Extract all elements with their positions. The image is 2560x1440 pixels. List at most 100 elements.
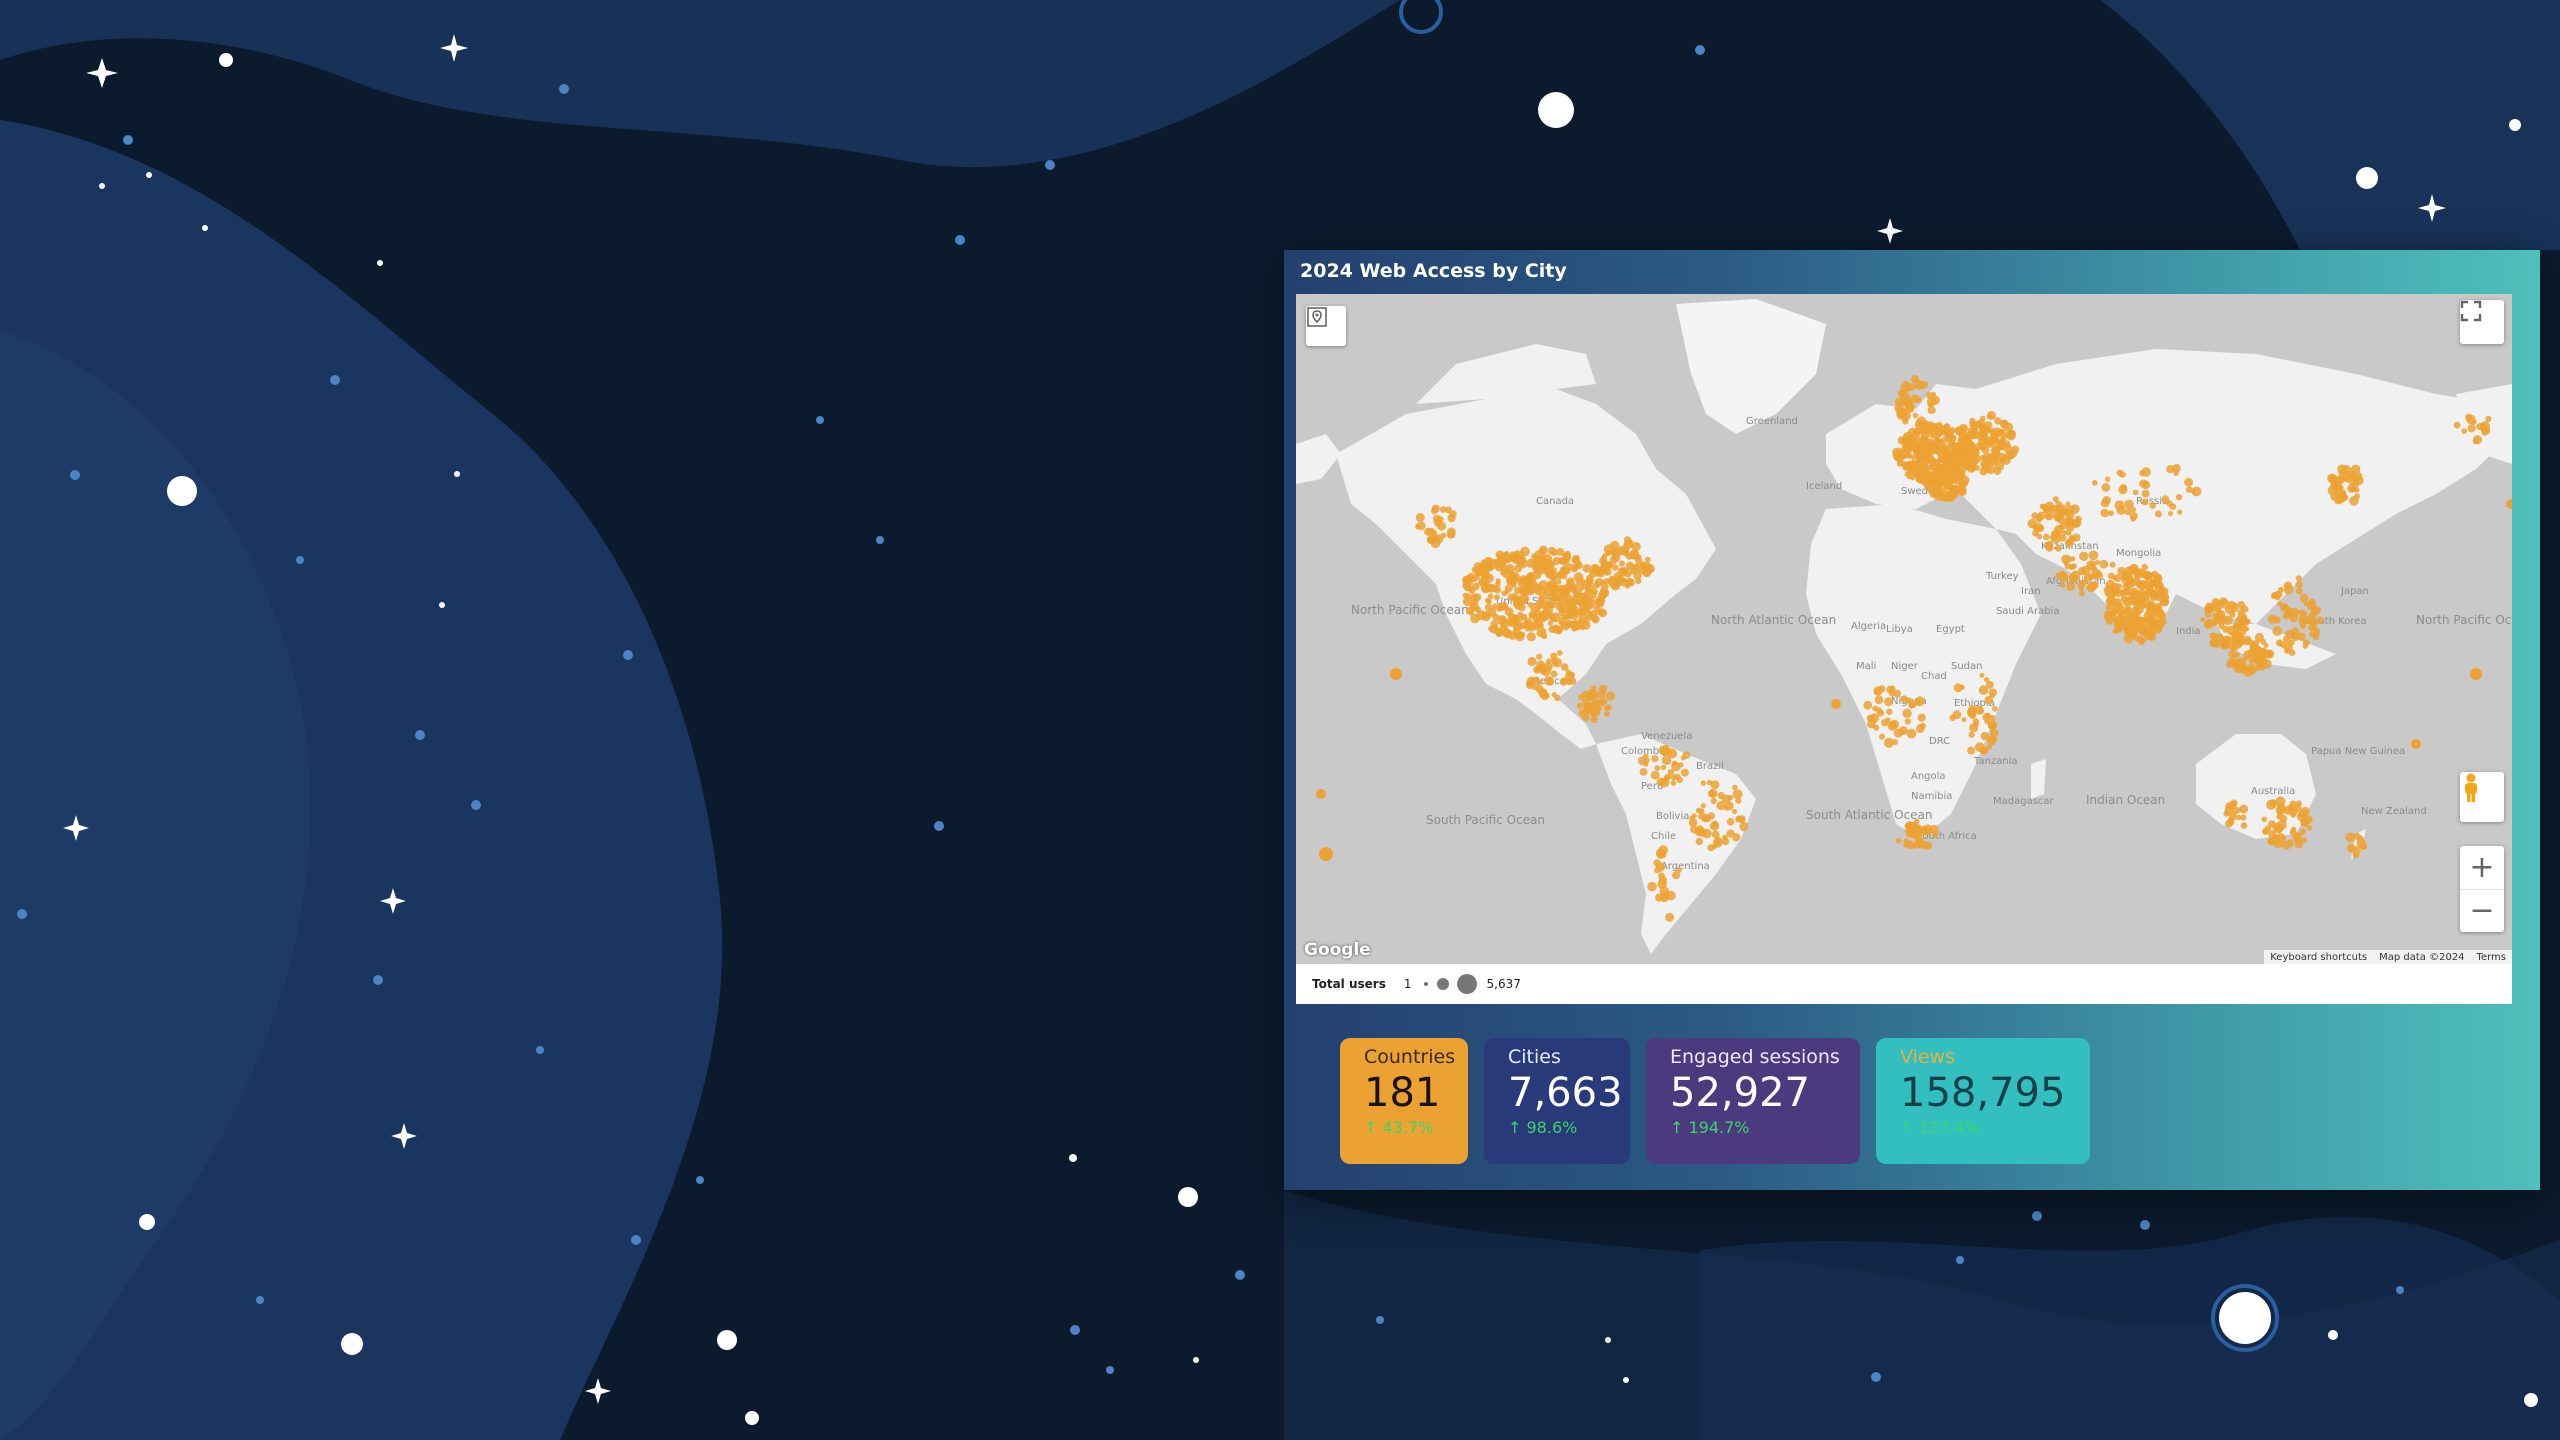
city-marker[interactable] — [2220, 639, 2230, 650]
city-marker[interactable] — [2229, 612, 2236, 618]
city-marker[interactable] — [1594, 602, 1601, 609]
city-marker[interactable] — [2161, 495, 2170, 504]
city-marker[interactable] — [1546, 678, 1554, 686]
city-marker[interactable] — [1519, 550, 1524, 556]
city-marker[interactable] — [1953, 477, 1962, 485]
city-marker[interactable] — [1578, 610, 1584, 616]
city-marker[interactable] — [1895, 837, 1902, 844]
city-marker[interactable] — [2263, 643, 2269, 648]
city-marker[interactable] — [2242, 655, 2248, 662]
city-marker[interactable] — [2106, 596, 2116, 606]
city-marker[interactable] — [1644, 556, 1651, 563]
city-marker[interactable] — [1656, 777, 1666, 787]
city-marker[interactable] — [1919, 722, 1926, 730]
city-marker[interactable] — [1504, 584, 1513, 593]
city-marker[interactable] — [1602, 562, 1609, 569]
city-marker[interactable] — [2141, 498, 2149, 506]
city-marker[interactable] — [2308, 598, 2316, 606]
city-marker[interactable] — [1490, 620, 1499, 628]
city-marker[interactable] — [1989, 693, 1995, 699]
city-marker[interactable] — [2102, 496, 2111, 505]
city-marker[interactable] — [1912, 412, 1919, 419]
city-marker[interactable] — [1929, 462, 1938, 471]
city-marker[interactable] — [1962, 480, 1969, 487]
city-marker[interactable] — [1944, 472, 1953, 481]
city-marker[interactable] — [1698, 808, 1705, 815]
city-marker[interactable] — [1582, 708, 1589, 715]
city-marker[interactable] — [1947, 460, 1954, 467]
city-marker[interactable] — [2235, 814, 2242, 821]
city-marker[interactable] — [1551, 616, 1557, 622]
city-marker[interactable] — [2295, 587, 2303, 595]
city-marker[interactable] — [2094, 571, 2104, 580]
location-button[interactable] — [1306, 306, 1346, 346]
city-marker[interactable] — [2337, 464, 2347, 474]
city-marker[interactable] — [2262, 827, 2269, 835]
city-marker[interactable] — [1981, 424, 1990, 434]
city-marker[interactable] — [1886, 708, 1893, 715]
city-marker[interactable] — [1987, 410, 1996, 420]
city-marker[interactable] — [1680, 768, 1689, 777]
city-marker[interactable] — [2243, 667, 2254, 677]
city-marker[interactable] — [1884, 697, 1894, 707]
city-marker[interactable] — [2234, 651, 2241, 658]
city-marker[interactable] — [1884, 737, 1894, 748]
city-marker[interactable] — [1650, 770, 1660, 780]
city-marker[interactable] — [1582, 698, 1590, 706]
city-marker[interactable] — [1881, 719, 1889, 727]
city-marker[interactable] — [1904, 463, 1911, 470]
city-marker[interactable] — [1390, 668, 1402, 680]
city-marker[interactable] — [1556, 650, 1563, 656]
city-marker[interactable] — [1434, 534, 1444, 544]
city-marker[interactable] — [2127, 595, 2138, 606]
city-marker[interactable] — [2228, 650, 2236, 657]
city-marker[interactable] — [2129, 512, 2138, 521]
city-marker[interactable] — [1910, 375, 1919, 384]
city-marker[interactable] — [1925, 452, 1934, 460]
city-marker[interactable] — [1875, 707, 1883, 714]
city-marker[interactable] — [2257, 647, 2268, 658]
city-marker[interactable] — [1581, 690, 1590, 699]
city-marker[interactable] — [1539, 688, 1548, 697]
city-marker[interactable] — [2141, 563, 2148, 571]
city-marker[interactable] — [1437, 516, 1444, 523]
city-marker[interactable] — [1711, 830, 1720, 839]
city-marker[interactable] — [1962, 452, 1972, 461]
city-marker[interactable] — [2071, 563, 2077, 569]
city-marker[interactable] — [1415, 512, 1425, 522]
city-marker[interactable] — [1637, 756, 1647, 766]
city-marker[interactable] — [2277, 810, 2283, 817]
city-marker[interactable] — [1545, 658, 1552, 665]
city-marker[interactable] — [2472, 438, 2479, 445]
city-marker[interactable] — [2254, 632, 2264, 642]
city-marker[interactable] — [1556, 579, 1562, 585]
city-marker[interactable] — [1658, 745, 1669, 756]
city-marker[interactable] — [2272, 626, 2283, 636]
city-marker[interactable] — [1597, 699, 1605, 707]
city-marker[interactable] — [1930, 391, 1937, 397]
city-marker[interactable] — [2307, 825, 2313, 831]
city-marker[interactable] — [2177, 509, 2183, 515]
city-marker[interactable] — [1605, 704, 1612, 711]
city-marker[interactable] — [2149, 502, 2156, 509]
city-marker[interactable] — [1711, 820, 1719, 828]
city-marker[interactable] — [1538, 595, 1545, 602]
city-marker[interactable] — [1539, 610, 1546, 617]
city-marker[interactable] — [1604, 710, 1610, 717]
city-marker[interactable] — [1732, 784, 1738, 791]
city-marker[interactable] — [1562, 551, 1571, 561]
city-marker[interactable] — [1906, 382, 1915, 392]
city-marker[interactable] — [1487, 593, 1494, 600]
city-marker[interactable] — [1426, 527, 1436, 537]
city-marker[interactable] — [1969, 723, 1979, 733]
city-marker[interactable] — [1547, 546, 1556, 555]
city-marker[interactable] — [2240, 822, 2248, 829]
city-marker[interactable] — [1936, 471, 1945, 480]
city-marker[interactable] — [1550, 567, 1557, 574]
city-marker[interactable] — [2298, 616, 2308, 626]
city-marker[interactable] — [2453, 421, 2461, 429]
city-marker[interactable] — [2485, 415, 2492, 423]
city-marker[interactable] — [2225, 802, 2233, 810]
city-marker[interactable] — [1726, 818, 1735, 826]
city-marker[interactable] — [2011, 445, 2020, 454]
